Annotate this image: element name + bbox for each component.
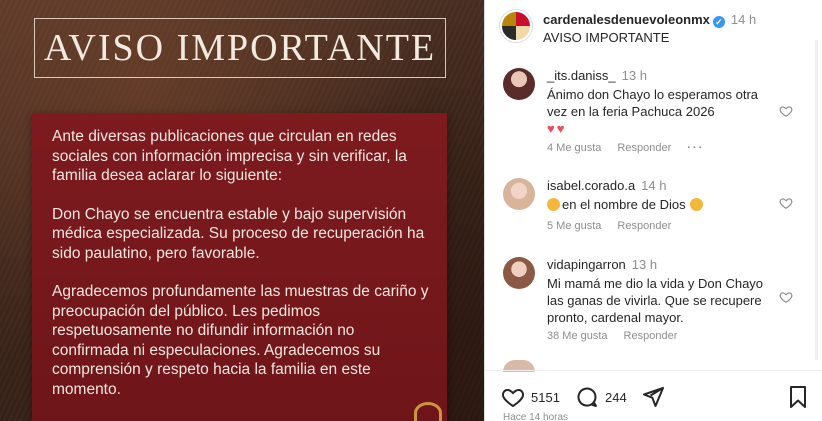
like-heart-icon[interactable] (501, 385, 525, 409)
comment-header: vidapingarron 13 h (547, 257, 657, 272)
comment-text: Mi mamá me dio la vida y Don Chayo las g… (547, 276, 764, 325)
author-line: cardenalesdenuevoleonmx ✓ 14 h (543, 12, 756, 28)
comment-meta: 38 Me gusta Responder (547, 330, 693, 342)
comment-username[interactable]: vidapingarron (547, 257, 626, 272)
title-frame: AVISO IMPORTANTE (34, 18, 446, 78)
author-avatar[interactable] (500, 10, 532, 42)
comment-meta: 5 Me gusta Responder (547, 220, 687, 232)
comment-text: Ánimo don Chayo lo esperamos otra vez en… (547, 87, 759, 119)
notice-paragraph-1: Ante diversas publicaciones que circulan… (52, 128, 407, 184)
save-action[interactable] (787, 385, 809, 409)
post-time-ago: Hace 14 horas (503, 412, 569, 421)
author-username[interactable]: cardenalesdenuevoleonmx (543, 12, 710, 27)
comment-like-heart-icon[interactable] (779, 196, 793, 210)
post-image[interactable]: AVISO IMPORTANTE Ante diversas publicaci… (0, 0, 484, 421)
share-action[interactable] (641, 385, 665, 409)
comment-header: isabel.corado.a 14 h (547, 178, 666, 193)
comment-likes[interactable]: 4 Me gusta (547, 142, 601, 154)
notice-paragraph-2: Don Chayo se encuentra estable y bajo su… (52, 205, 425, 262)
share-paper-plane-icon[interactable] (641, 385, 665, 409)
comment-time: 13 h (621, 68, 647, 83)
commenter-avatar[interactable] (503, 178, 535, 210)
comment-item: isabel.corado.a 14 h en el nombre de Dios… (485, 176, 822, 238)
reply-button[interactable]: Responder (617, 220, 671, 232)
comment-item: _its.daniss_ 13 h Ánimo don Chayo lo espe… (485, 66, 822, 158)
notice-card: Ante diversas publicaciones que circulan… (32, 113, 447, 421)
more-options-icon[interactable]: ··· (687, 142, 704, 154)
post-caption: AVISO IMPORTANTE (543, 30, 670, 45)
heart-emoji-icon: ♥ (556, 121, 565, 136)
save-bookmark-icon[interactable] (787, 385, 809, 409)
praying-emoji-icon (689, 198, 703, 211)
comment-likes[interactable]: 5 Me gusta (547, 220, 601, 232)
comment-like-heart-icon[interactable] (779, 290, 793, 304)
folded-hands-emoji-icon (547, 198, 560, 211)
comment-text: en el nombre de Dios (562, 197, 686, 212)
commenter-avatar[interactable] (503, 68, 535, 100)
notice-paragraph-3: Agradecemos profundamente las muestras d… (52, 283, 429, 398)
comment-meta: 4 Me gusta Responder ··· (547, 142, 720, 154)
comments-scrollbar[interactable] (815, 40, 818, 360)
comment-time: 13 h (631, 257, 658, 272)
comment-username[interactable]: _its.daniss_ (547, 68, 616, 83)
like-action[interactable]: 5151 (501, 385, 560, 409)
reply-button[interactable]: Responder (617, 142, 671, 154)
comment-item: vidapingarron 13 h Mi mamá me dio la vida… (485, 255, 822, 350)
comment-username[interactable]: isabel.corado.a (547, 178, 635, 193)
post-time[interactable]: 14 h (731, 12, 756, 27)
post-header: cardenalesdenuevoleonmx ✓ 14 h AVISO IMPOR… (485, 0, 822, 60)
gold-ornament-decoration (414, 402, 442, 421)
heart-emoji-icon: ♥ (547, 121, 555, 136)
comment-count[interactable]: 244 (605, 390, 627, 405)
comment-like-heart-icon[interactable] (779, 104, 793, 118)
comment-action[interactable]: 244 (575, 385, 627, 409)
comment-bubble-icon[interactable] (575, 385, 599, 409)
comment-header: _its.daniss_ 13 h (547, 68, 647, 83)
commenter-avatar[interactable] (503, 257, 535, 289)
post-title: AVISO IMPORTANTE (43, 27, 437, 69)
comment-emoji: ♥ ♥ (547, 120, 779, 137)
reply-button[interactable]: Responder (624, 330, 678, 342)
comments-panel: cardenalesdenuevoleonmx ✓ 14 h AVISO IMPOR… (484, 0, 822, 421)
verified-badge-icon: ✓ (712, 16, 725, 28)
comment-text-line: en el nombre de Dios (547, 196, 779, 213)
comment-time: 14 h (641, 178, 667, 193)
like-count[interactable]: 5151 (531, 390, 560, 405)
comment-likes[interactable]: 38 Me gusta (547, 330, 608, 342)
